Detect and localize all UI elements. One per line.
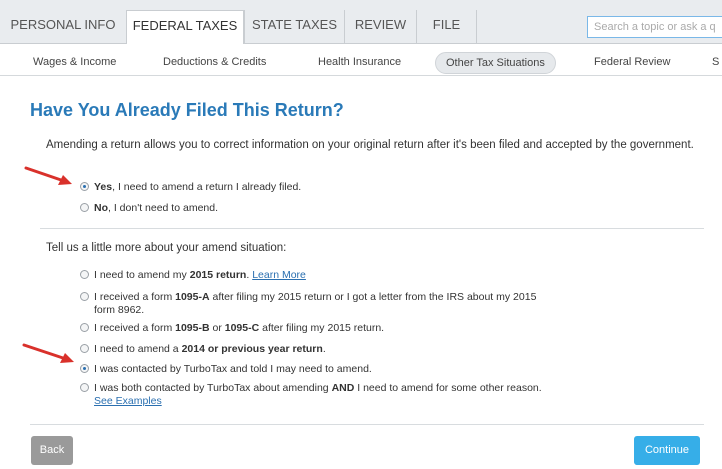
radio-unselected-icon[interactable] xyxy=(80,270,89,279)
option-bold: AND xyxy=(331,382,355,394)
option-bold: 1095-A xyxy=(175,291,210,303)
option-no-text: , I don't need to amend. xyxy=(108,202,218,214)
tab-review[interactable]: REVIEW xyxy=(344,10,416,44)
section-divider xyxy=(40,228,704,229)
footer-divider xyxy=(30,424,704,425)
option-text: I need to amend for some other reason. xyxy=(354,382,542,394)
radio-option-contacted[interactable]: I was contacted by TurboTax and told I m… xyxy=(80,363,680,376)
arrow-annotation-icon xyxy=(22,343,74,363)
option-text: I was both contacted by TurboTax about a… xyxy=(94,382,332,394)
radio-selected-icon[interactable] xyxy=(80,364,89,373)
radio-unselected-icon[interactable] xyxy=(80,292,89,301)
option-text: I need to amend a xyxy=(94,343,182,355)
radio-selected-icon[interactable] xyxy=(80,182,89,191)
radio-option-both[interactable]: I was both contacted by TurboTax about a… xyxy=(80,382,680,408)
back-button[interactable]: Back xyxy=(31,436,73,465)
option-text: . xyxy=(322,343,326,355)
option-text: or xyxy=(209,322,225,334)
subnav-health-insurance[interactable]: Health Insurance xyxy=(318,52,401,72)
option-yes-bold: Yes xyxy=(94,181,113,193)
option-text-line2: form 8962. xyxy=(94,304,145,316)
option-bold: 1095-C xyxy=(224,322,260,334)
subnav-truncated-item[interactable]: S xyxy=(712,52,719,72)
see-examples-link[interactable]: See Examples xyxy=(80,395,162,407)
radio-option-1095a[interactable]: I received a form 1095-A after filing my… xyxy=(80,291,680,317)
search-input[interactable]: Search a topic or ask a q xyxy=(587,16,722,38)
situation-heading: Tell us a little more about your amend s… xyxy=(46,242,287,254)
subnav-wages-income[interactable]: Wages & Income xyxy=(33,52,116,72)
sub-navigation: Wages & Income Deductions & Credits Heal… xyxy=(0,44,722,76)
radio-option-previous-year[interactable]: I need to amend a 2014 or previous year … xyxy=(80,343,680,356)
option-bold: 1095-B xyxy=(175,322,210,334)
tab-personal-info[interactable]: PERSONAL INFO xyxy=(0,10,126,44)
top-navigation: PERSONAL INFO FEDERAL TAXES STATE TAXES … xyxy=(0,0,722,45)
option-text: after filing my 2015 return or I got a l… xyxy=(209,291,537,303)
tab-state-taxes[interactable]: STATE TAXES xyxy=(244,10,344,44)
radio-unselected-icon[interactable] xyxy=(80,323,89,332)
subnav-other-tax-situations[interactable]: Other Tax Situations xyxy=(435,52,556,74)
radio-option-yes[interactable]: Yes, I need to amend a return I already … xyxy=(80,181,680,194)
page-title: Have You Already Filed This Return? xyxy=(30,100,344,120)
option-text: after filing my 2015 return. xyxy=(259,322,385,334)
option-text: I need to amend my xyxy=(94,269,190,281)
subnav-federal-review[interactable]: Federal Review xyxy=(594,52,670,72)
arrow-annotation-icon xyxy=(24,166,72,185)
option-text: I was contacted by TurboTax and told I m… xyxy=(94,363,372,375)
radio-unselected-icon[interactable] xyxy=(80,383,89,392)
radio-unselected-icon[interactable] xyxy=(80,203,89,212)
radio-option-no[interactable]: No, I don't need to amend. xyxy=(80,202,680,215)
tab-spacer xyxy=(476,10,587,44)
radio-option-amend-2015[interactable]: I need to amend my 2015 return. Learn Mo… xyxy=(80,269,680,282)
option-yes-text: , I need to amend a return I already fil… xyxy=(112,181,302,193)
option-no-bold: No xyxy=(94,202,108,214)
subnav-deductions-credits[interactable]: Deductions & Credits xyxy=(163,52,266,72)
continue-button[interactable]: Continue xyxy=(634,436,700,465)
radio-unselected-icon[interactable] xyxy=(80,344,89,353)
option-bold: 2015 return xyxy=(189,269,247,281)
intro-text: Amending a return allows you to correct … xyxy=(46,139,694,151)
option-bold: 2014 or previous year return xyxy=(181,343,323,355)
option-text: I received a form xyxy=(94,322,176,334)
radio-option-1095bc[interactable]: I received a form 1095-B or 1095-C after… xyxy=(80,322,680,335)
tab-federal-taxes[interactable]: FEDERAL TAXES xyxy=(126,10,244,45)
learn-more-link[interactable]: Learn More xyxy=(252,269,306,281)
option-text: I received a form xyxy=(94,291,176,303)
tab-file[interactable]: FILE xyxy=(416,10,476,44)
